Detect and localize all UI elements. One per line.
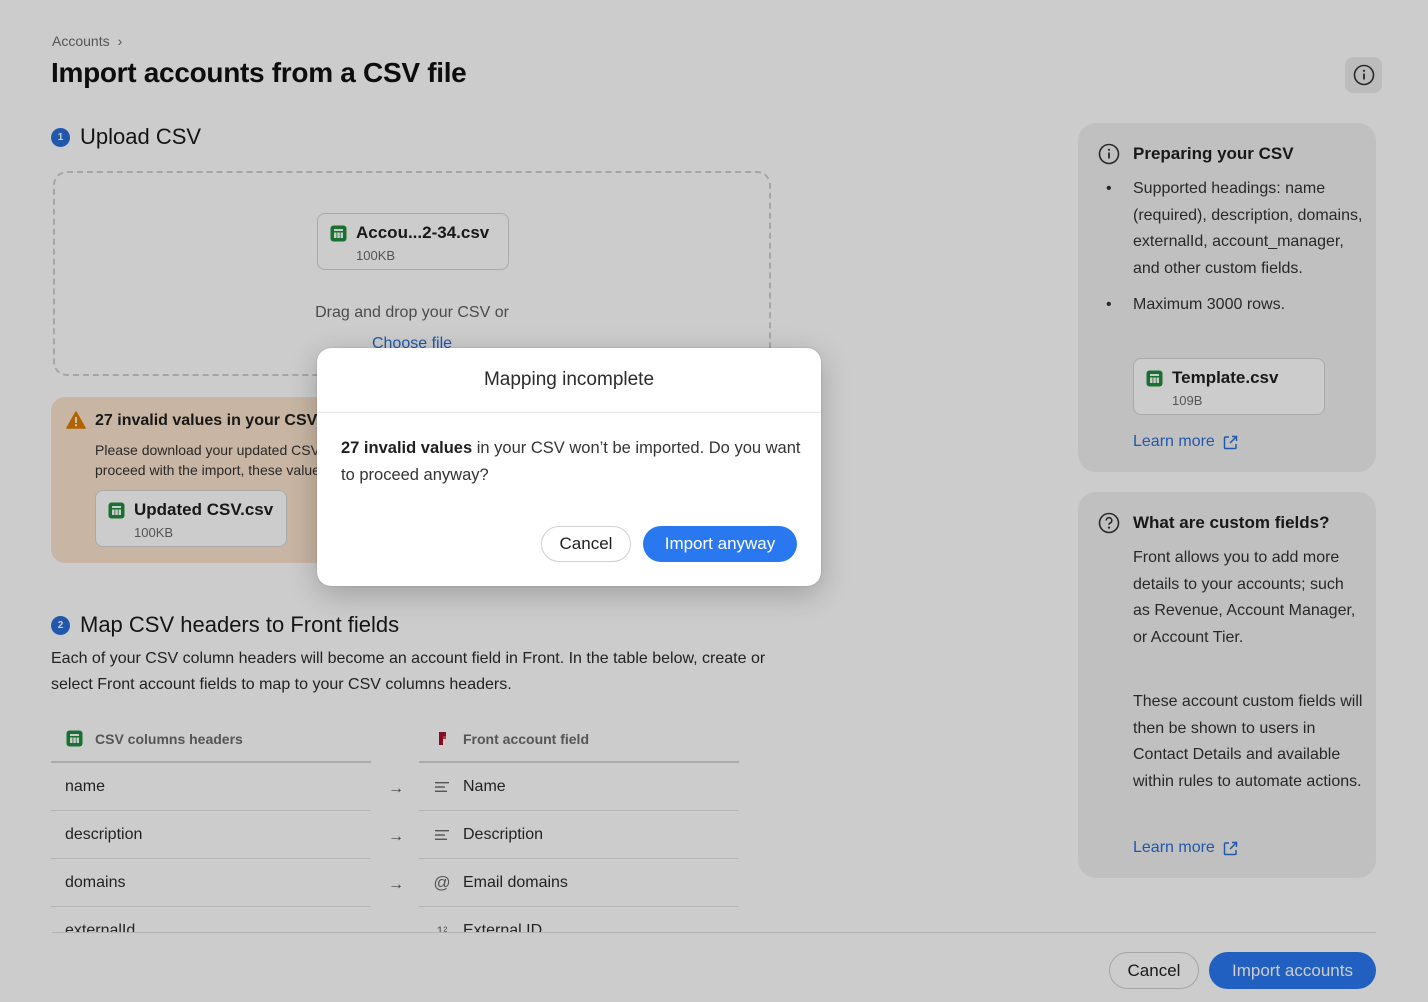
dialog-message-bold: 27 invalid values — [341, 439, 473, 457]
dialog-message: 27 invalid values in your CSV won’t be i… — [341, 435, 801, 488]
dialog-title: Mapping incomplete — [317, 348, 821, 413]
mapping-incomplete-dialog: Mapping incomplete 27 invalid values in … — [317, 348, 821, 586]
import-anyway-button[interactable]: Import anyway — [643, 526, 797, 562]
dialog-cancel-button[interactable]: Cancel — [541, 526, 631, 562]
